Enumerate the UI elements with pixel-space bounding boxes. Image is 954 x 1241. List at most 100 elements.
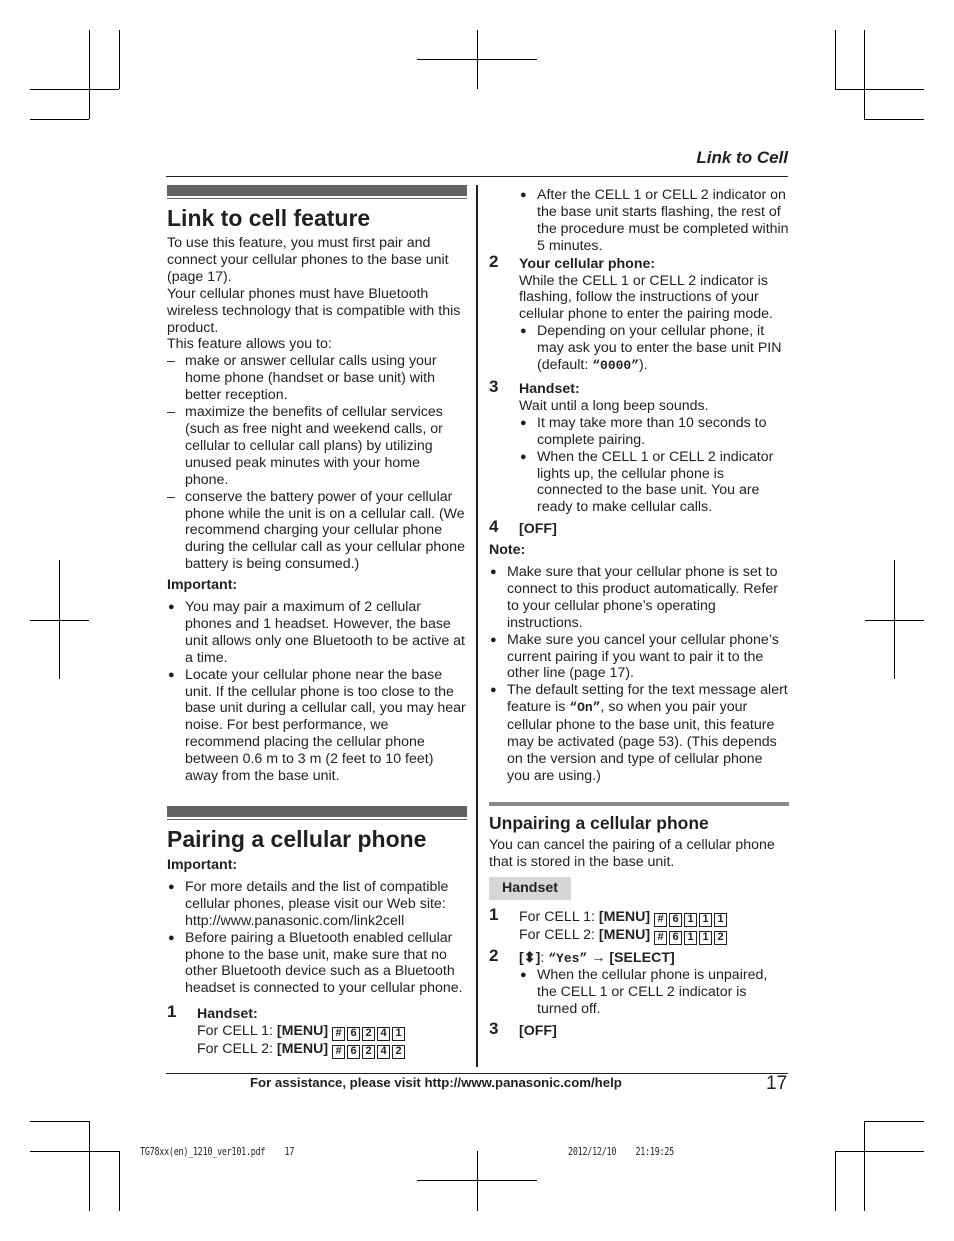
key-digit: 1 bbox=[392, 1027, 406, 1042]
key-digit: 4 bbox=[377, 1027, 391, 1042]
assistance-text: For assistance, please visit http://www.… bbox=[250, 1075, 622, 1090]
list-item: ● It may take more than 10 seconds to com… bbox=[520, 414, 767, 448]
section-thin-rule bbox=[167, 198, 467, 199]
list-item: – make or answer cellular calls using you… bbox=[167, 353, 437, 404]
handset-tab: Handset bbox=[489, 876, 571, 900]
key-sequence-cell2: For CELL 2: [MENU] #6 2 4 2 bbox=[197, 1041, 467, 1060]
key-digit: 1 bbox=[684, 930, 698, 945]
section-rule bbox=[489, 801, 789, 806]
select-key: [SELECT] bbox=[609, 949, 675, 966]
menu-key: [MENU] bbox=[276, 1023, 329, 1040]
section-bar bbox=[167, 806, 467, 817]
important-label: Important: bbox=[167, 577, 238, 594]
list-item: ● When the cellular phone is unpaired, th… bbox=[520, 967, 768, 1018]
section-title: Unpairing a cellular phone bbox=[489, 812, 709, 833]
step-3: 3 Handset: Wait until a long beep sounds… bbox=[489, 378, 789, 516]
step-text: Wait until a long beep sounds. bbox=[519, 397, 709, 414]
key-hash: # bbox=[654, 912, 668, 927]
step-2: 2 Your cellular phone: While the CELL 1 … bbox=[489, 251, 789, 375]
section-link-to-cell: Link to cell feature To use this feature… bbox=[167, 185, 467, 785]
dash-marker: – bbox=[167, 353, 175, 370]
list-item: ● The default setting for the text messag… bbox=[490, 682, 788, 784]
step-1: 1 For CELL 1: [MENU] #6 1 1 1 For CELL 2: [… bbox=[489, 904, 789, 945]
dash-marker: – bbox=[167, 488, 175, 505]
bullet-icon: ● bbox=[168, 880, 175, 893]
bullet-icon: ● bbox=[520, 325, 527, 338]
intro-paragraph: Your cellular phones must have Bluetooth… bbox=[167, 285, 461, 336]
off-key: [OFF] bbox=[519, 1023, 557, 1040]
key-digit: 6 bbox=[347, 1045, 361, 1060]
section-title: Link to cell feature bbox=[167, 205, 371, 231]
bullet-icon: ● bbox=[520, 416, 527, 429]
step-1: 1 Handset: For CELL 1: [MENU] #6 2 4 1 For … bbox=[167, 1002, 467, 1060]
section-bar bbox=[167, 185, 467, 196]
step-4: 4 [OFF] bbox=[489, 517, 789, 538]
step-number: 1 bbox=[489, 904, 499, 924]
key-digit: 2 bbox=[392, 1045, 406, 1060]
print-slug-file: TG78xx(en)_1210_ver101.pdf 17 bbox=[140, 1146, 295, 1158]
important-label: Important: bbox=[167, 857, 238, 873]
list-item: ● For more details and the list of compat… bbox=[168, 878, 449, 929]
list-item: – conserve the battery power of your cell… bbox=[167, 488, 465, 573]
key-digit: 2 bbox=[362, 1027, 376, 1042]
option-value: “Yes” bbox=[548, 950, 588, 966]
key-sequence-cell1: For CELL 1: [MENU] #6 2 4 1 bbox=[197, 1023, 467, 1042]
step-number: 2 bbox=[489, 251, 499, 271]
dash-marker: – bbox=[167, 404, 175, 421]
key-digit: 2 bbox=[714, 930, 728, 945]
bullet-icon: ● bbox=[168, 668, 175, 681]
bullet-icon: ● bbox=[168, 601, 175, 614]
key-digit: 1 bbox=[684, 912, 698, 927]
pin-code: “0000” bbox=[592, 358, 640, 374]
left-column: Link to cell feature To use this feature… bbox=[167, 185, 467, 1060]
key-digit: 1 bbox=[714, 912, 728, 927]
step-label: Handset: bbox=[197, 1006, 258, 1023]
option-value: “On” bbox=[569, 700, 601, 716]
list-item: ● Before pairing a Bluetooth enabled cell… bbox=[168, 929, 463, 997]
list-item: ● After the CELL 1 or CELL 2 indicator on… bbox=[520, 187, 789, 254]
key-digit: 6 bbox=[347, 1027, 361, 1042]
key-sequence-cell2: For CELL 2: [MENU] #6 1 1 2 bbox=[519, 927, 789, 945]
key-digit: 1 bbox=[699, 912, 713, 927]
section-unpairing: Unpairing a cellular phone You can cance… bbox=[489, 801, 789, 1040]
bullet-icon: ● bbox=[520, 189, 527, 201]
footer-rule bbox=[166, 1073, 788, 1074]
up-down-nav-icon: [⬍] bbox=[519, 949, 541, 966]
bullet-icon: ● bbox=[490, 684, 497, 697]
step-number: 2 bbox=[489, 945, 499, 965]
page-number: 17 bbox=[766, 1073, 788, 1094]
step-number: 1 bbox=[167, 1002, 177, 1022]
menu-key: [MENU] bbox=[598, 926, 651, 943]
list-item: – maximize the benefits of cellular servi… bbox=[167, 404, 443, 488]
key-digit: 2 bbox=[362, 1045, 376, 1060]
list-item: ● Locate your cellular phone near the bas… bbox=[168, 666, 466, 785]
arrow-right-icon: → bbox=[587, 949, 610, 966]
bullet-icon: ● bbox=[520, 969, 527, 982]
menu-key: [MENU] bbox=[276, 1041, 329, 1058]
bullet-icon: ● bbox=[168, 931, 175, 944]
list-item: ● Depending on your cellular phone, it ma… bbox=[520, 323, 782, 374]
note-label: Note: bbox=[489, 542, 526, 559]
header-rule bbox=[166, 176, 788, 177]
key-hash: # bbox=[654, 930, 668, 945]
step-instruction: [⬍]: “Yes” → [SELECT] bbox=[519, 949, 675, 966]
step-3: 3 [OFF] bbox=[489, 1019, 789, 1040]
list-item: ● Make sure you cancel your cellular phon… bbox=[490, 631, 779, 682]
bullet-icon: ● bbox=[490, 633, 497, 646]
key-hash: # bbox=[332, 1027, 346, 1042]
step-text: While the CELL 1 or CELL 2 indicator is … bbox=[519, 272, 773, 323]
step-number: 4 bbox=[489, 517, 499, 537]
running-title: Link to Cell bbox=[696, 148, 788, 167]
print-slug-date: 2012/12/10 21:19:25 bbox=[568, 1146, 674, 1158]
bullet-icon: ● bbox=[520, 450, 527, 463]
bullet-icon: ● bbox=[490, 566, 497, 579]
section-title: Pairing a cellular phone bbox=[167, 826, 427, 852]
intro-paragraph: This feature allows you to: bbox=[167, 336, 332, 353]
list-item: ● You may pair a maximum of 2 cellular ph… bbox=[168, 599, 465, 666]
section-thin-rule bbox=[167, 819, 467, 820]
key-digit: 6 bbox=[669, 912, 683, 927]
list-item: ● When the CELL 1 or CELL 2 indicator lig… bbox=[520, 448, 774, 516]
key-digit: 4 bbox=[377, 1045, 391, 1060]
list-item: ● Make sure that your cellular phone is s… bbox=[490, 564, 779, 631]
step-number: 3 bbox=[489, 1019, 499, 1039]
